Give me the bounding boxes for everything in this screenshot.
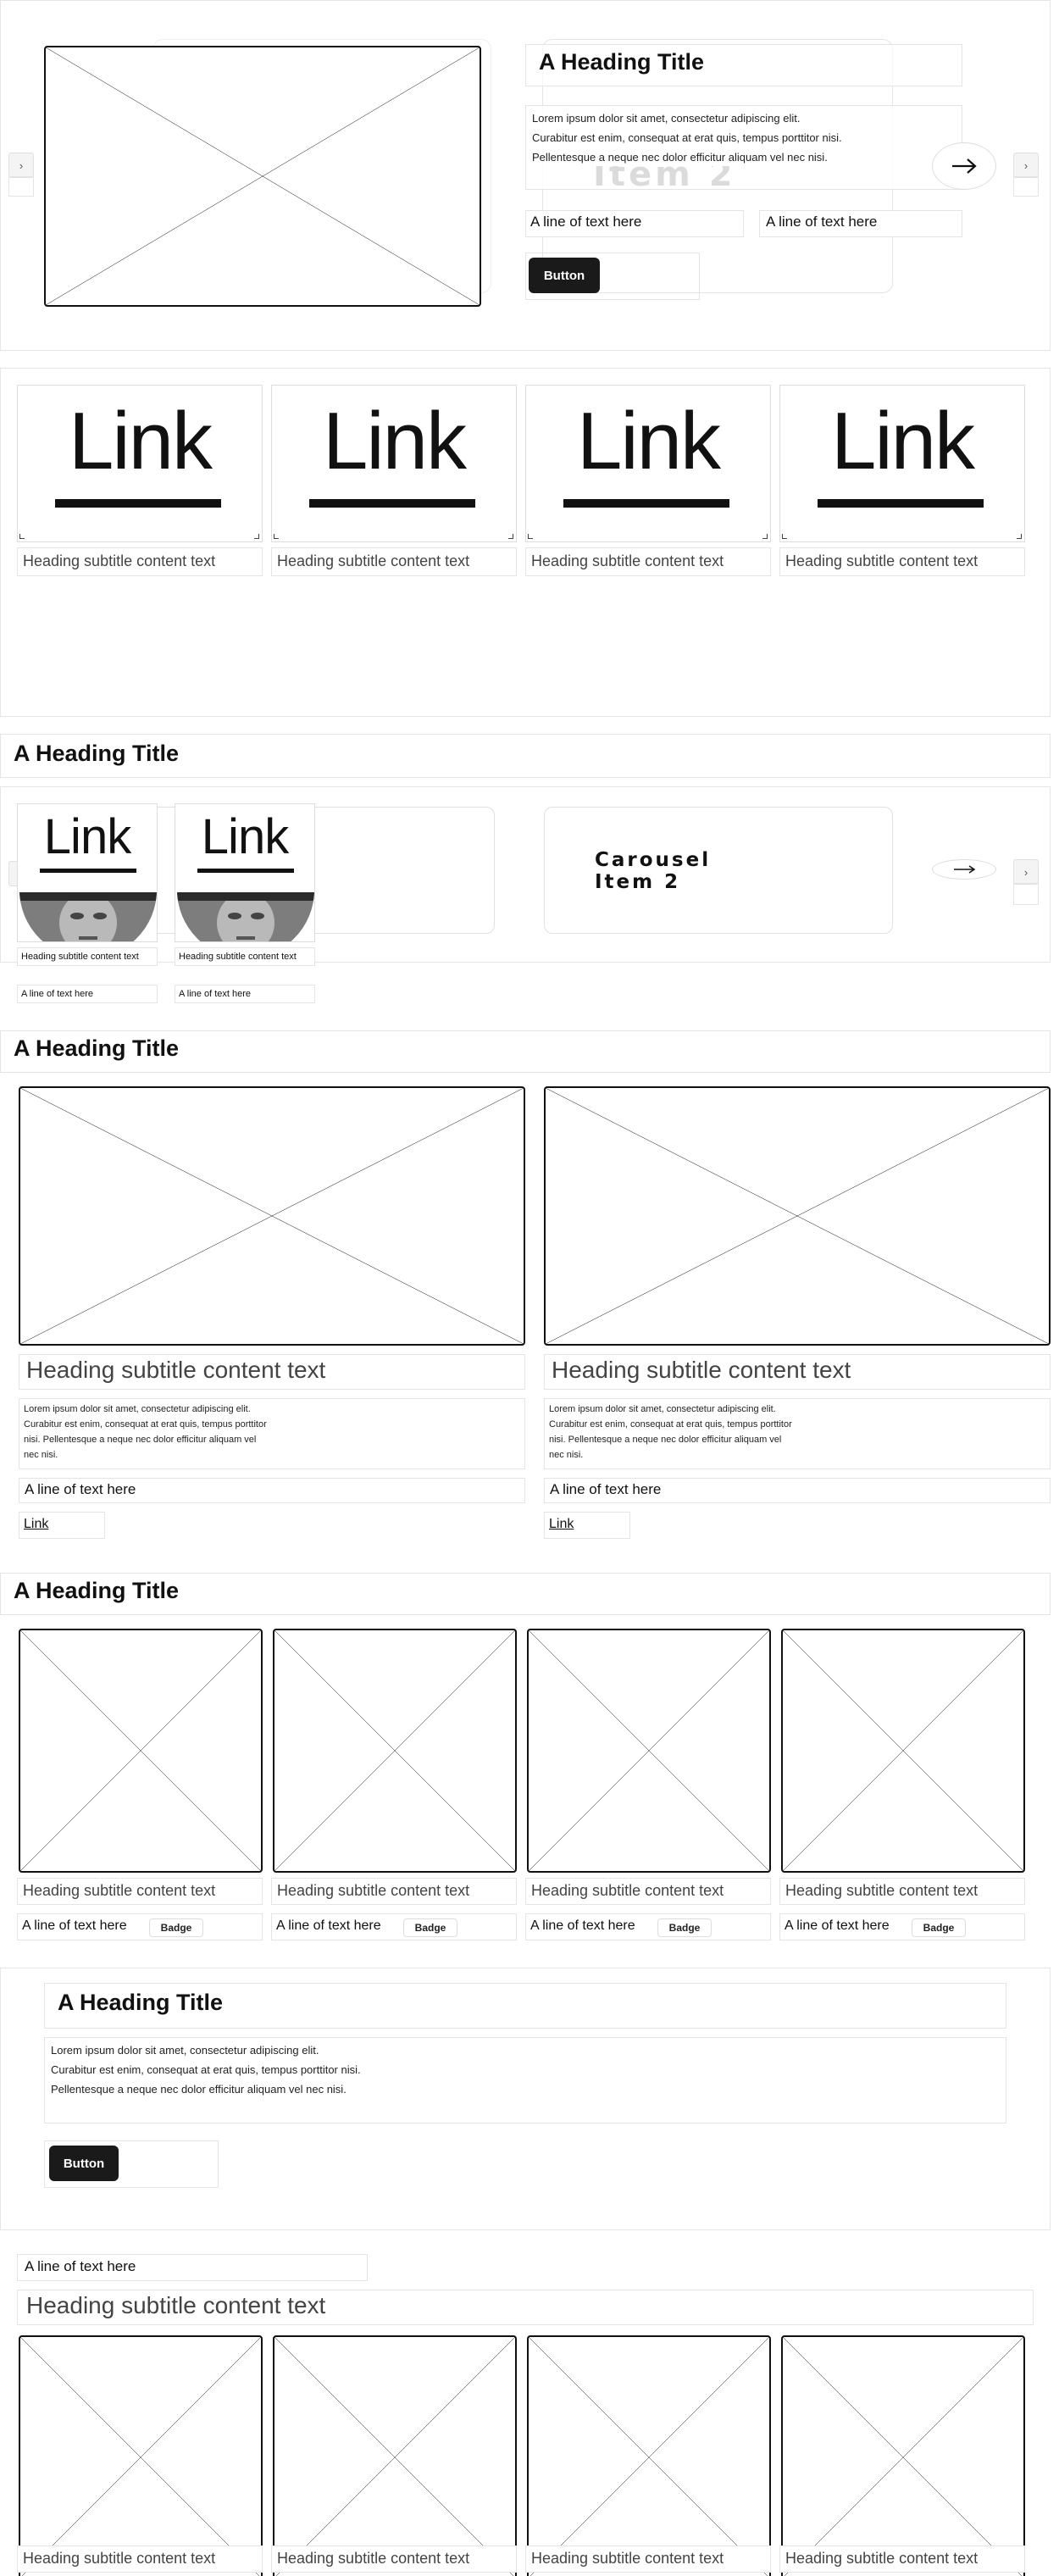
hero-next-button[interactable]: › <box>1013 153 1039 178</box>
link-tile-caption-1: Heading subtitle content text <box>17 547 263 576</box>
four-col-line-3: A line of text here <box>530 1918 635 1933</box>
link-tile-caption-2: Heading subtitle content text <box>271 547 517 576</box>
link-tile-label: Link <box>68 396 213 486</box>
two-col-image-2 <box>544 1086 1051 1346</box>
arrow-right-icon <box>952 158 977 174</box>
link-tile-label: Link <box>576 396 721 486</box>
two-col-line-2: A line of text here <box>544 1478 1051 1503</box>
link-tile-2[interactable]: Link <box>271 385 517 542</box>
link-tile-underline <box>309 499 475 508</box>
bottom-image-3 <box>527 2335 771 2576</box>
bottom-heading: Heading subtitle content text <box>17 2290 1034 2325</box>
two-col-title: A Heading Title <box>14 1035 180 1061</box>
two-col-heading-1: Heading subtitle content text <box>19 1354 525 1390</box>
four-col-heading-2: Heading subtitle content text <box>271 1878 517 1905</box>
bottom-caption-3: Heading subtitle content text <box>525 2545 771 2573</box>
two-col-heading-2: Heading subtitle content text <box>544 1354 1051 1390</box>
bottom-line: A line of text here <box>17 2254 368 2281</box>
hero-next-stub <box>1013 176 1039 197</box>
person-card-link: Link <box>43 809 131 864</box>
four-col-heading-4: Heading subtitle content text <box>779 1878 1025 1905</box>
person-card-line-2: A line of text here <box>175 985 315 1003</box>
link-tile-underline <box>818 499 984 508</box>
two-col-link-2[interactable]: Link <box>549 1517 574 1532</box>
two-col-body-2: Lorem ipsum dolor sit amet, consectetur … <box>549 1404 792 1460</box>
two-col-image-1 <box>19 1086 525 1346</box>
four-col-badge-3: Badge <box>657 1918 712 1937</box>
four-col-badge-2: Badge <box>403 1918 457 1937</box>
hero-next-circle-button[interactable] <box>932 142 996 190</box>
person-card-line-1: A line of text here <box>17 985 158 1003</box>
person-card-2[interactable]: Link <box>175 803 315 942</box>
cta-title: A Heading Title <box>58 1990 224 2015</box>
link-tile-4[interactable]: Link <box>779 385 1025 542</box>
four-col-image-1 <box>19 1629 263 1873</box>
link-tile-caption-4: Heading subtitle content text <box>779 547 1025 576</box>
hero-prev-stub <box>8 176 34 197</box>
cta-button[interactable]: Button <box>49 2146 119 2181</box>
carousel-next-circle-button[interactable] <box>932 859 996 880</box>
link-tile-caption-3: Heading subtitle content text <box>525 547 771 576</box>
carousel-next-button[interactable]: › <box>1013 859 1039 885</box>
carousel-next-stub <box>1013 883 1039 905</box>
person-card-caption-2: Heading subtitle content text <box>175 947 315 966</box>
four-col-line-2: A line of text here <box>276 1918 381 1933</box>
hero-body: Lorem ipsum dolor sit amet, consectetur … <box>532 112 842 164</box>
four-col-title: A Heading Title <box>14 1578 180 1603</box>
link-tile-label: Link <box>322 396 467 486</box>
bottom-image-1 <box>19 2335 263 2576</box>
four-col-heading-1: Heading subtitle content text <box>17 1878 263 1905</box>
link-tile-underline <box>55 499 221 508</box>
link-tile-1[interactable]: Link <box>17 385 263 542</box>
link-tile-label: Link <box>830 396 975 486</box>
bottom-caption-2: Heading subtitle content text <box>271 2545 517 2573</box>
four-col-heading-3: Heading subtitle content text <box>525 1878 771 1905</box>
hero-line-1: A line of text here <box>530 214 642 230</box>
four-col-line-4: A line of text here <box>785 1918 890 1933</box>
person-card-underline <box>197 869 294 873</box>
person-card-caption-1: Heading subtitle content text <box>17 947 158 966</box>
hero-line-2: A line of text here <box>766 214 878 230</box>
bottom-image-2 <box>273 2335 517 2576</box>
hero-button[interactable]: Button <box>529 258 600 293</box>
hero-prev-button[interactable]: › <box>8 153 34 178</box>
four-col-image-3 <box>527 1629 771 1873</box>
person-card-1[interactable]: Link <box>17 803 158 942</box>
link-tile-underline <box>563 499 729 508</box>
two-col-body-1: Lorem ipsum dolor sit amet, consectetur … <box>24 1404 267 1460</box>
two-col-line-1: A line of text here <box>19 1478 525 1503</box>
arrow-right-icon <box>954 865 976 874</box>
bottom-caption-4: Heading subtitle content text <box>779 2545 1025 2573</box>
hero-image-placeholder <box>44 46 481 307</box>
carousel-card-2-text: Carousel Item 2 <box>595 849 712 893</box>
person-card-link: Link <box>201 809 289 864</box>
carousel-title: A Heading Title <box>14 741 180 766</box>
four-col-image-4 <box>781 1629 1025 1873</box>
bottom-image-4 <box>781 2335 1025 2576</box>
bottom-caption-1: Heading subtitle content text <box>17 2545 263 2573</box>
link-tile-3[interactable]: Link <box>525 385 771 542</box>
two-col-link-1[interactable]: Link <box>24 1517 48 1532</box>
four-col-image-2 <box>273 1629 517 1873</box>
four-col-badge-1: Badge <box>149 1918 203 1937</box>
person-card-underline <box>40 869 136 873</box>
four-col-line-1: A line of text here <box>22 1918 127 1933</box>
hero-title: A Heading Title <box>539 49 705 75</box>
cta-body: Lorem ipsum dolor sit amet, consectetur … <box>51 2044 361 2096</box>
four-col-badge-4: Badge <box>912 1918 966 1937</box>
